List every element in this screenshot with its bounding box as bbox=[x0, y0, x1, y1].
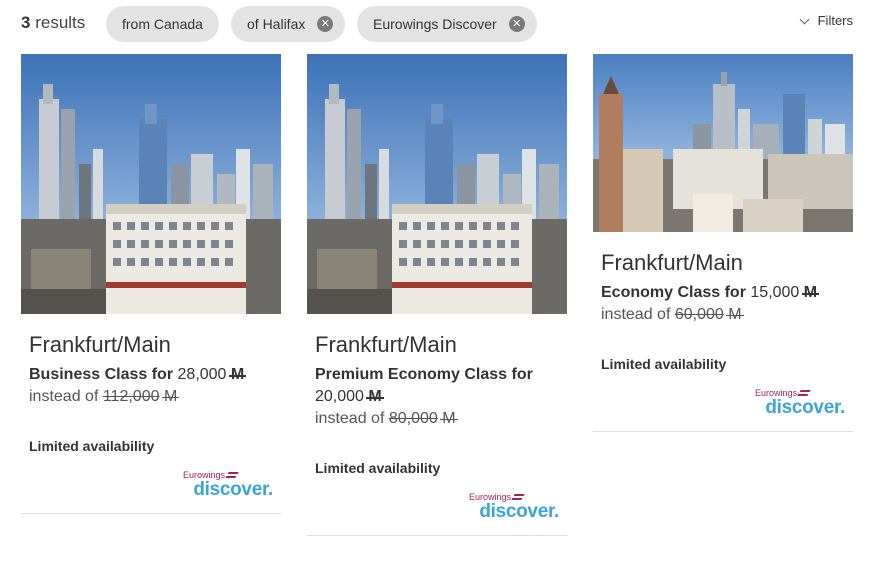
destination-card[interactable]: Frankfurt/Main Business Class for 28,000… bbox=[21, 54, 281, 514]
instead-of-label: instead of bbox=[29, 388, 99, 405]
offer-price: Economy Class for 15,000 M bbox=[601, 282, 845, 304]
filter-chip-label: of Halifax bbox=[247, 16, 306, 32]
filters-label: Filters bbox=[817, 13, 853, 28]
original-price: instead of 80,000 M bbox=[315, 408, 559, 430]
destination-city: Frankfurt/Main bbox=[601, 250, 743, 275]
filter-chip-airline[interactable]: Eurowings Discover ✕ bbox=[357, 6, 537, 42]
logo-text-big: discover. bbox=[193, 479, 273, 500]
destination-photo bbox=[593, 54, 853, 232]
cabin-class-label: Economy Class for bbox=[601, 284, 746, 301]
filter-chip-label: Eurowings Discover bbox=[373, 16, 497, 32]
availability-label: Limited availability bbox=[601, 356, 727, 372]
results-header: 3 results from Canada of Halifax ✕ Eurow… bbox=[0, 0, 869, 48]
filter-chip-origin-country[interactable]: from Canada bbox=[106, 6, 219, 42]
offer-price: Business Class for 28,000 M bbox=[29, 364, 273, 386]
availability-label: Limited availability bbox=[29, 438, 155, 454]
miles-icon: M bbox=[228, 364, 247, 386]
destination-city: Frankfurt/Main bbox=[315, 332, 457, 357]
miles-price: 28,000 bbox=[177, 366, 227, 383]
miles-icon: M bbox=[161, 388, 180, 405]
filter-chip-label: from Canada bbox=[122, 16, 203, 32]
result-count-label: results bbox=[35, 13, 86, 32]
close-circle-icon[interactable]: ✕ bbox=[508, 16, 525, 32]
filters-button[interactable]: Filters bbox=[799, 13, 853, 28]
eurowings-discover-logo: Eurowings discover. bbox=[183, 470, 273, 499]
close-circle-icon[interactable]: ✕ bbox=[317, 16, 334, 32]
destination-city: Frankfurt/Main bbox=[29, 332, 171, 357]
eurowings-discover-logo: Eurowings discover. bbox=[469, 492, 559, 521]
miles-icon: M bbox=[440, 410, 458, 427]
miles-icon: M bbox=[801, 282, 820, 304]
result-count-number: 3 bbox=[21, 13, 31, 32]
destination-card[interactable]: Frankfurt/Main Economy Class for 15,000 … bbox=[593, 54, 853, 432]
availability-label: Limited availability bbox=[315, 460, 441, 476]
miles-price: 20,000 bbox=[315, 388, 364, 405]
old-miles-price: 80,000 bbox=[388, 410, 438, 427]
original-price: instead of 60,000 M bbox=[601, 304, 845, 326]
old-miles-price: 60,000 bbox=[674, 306, 724, 323]
instead-of-label: instead of bbox=[315, 410, 385, 427]
chevron-down-icon bbox=[799, 14, 810, 24]
destination-card[interactable]: Frankfurt/Main Premium Economy Class for… bbox=[307, 54, 567, 536]
cabin-class-label: Business Class for bbox=[29, 366, 174, 383]
instead-of-label: instead of bbox=[601, 306, 671, 323]
miles-icon: M bbox=[366, 386, 384, 408]
logo-text-big: discover. bbox=[479, 501, 559, 522]
destination-photo bbox=[21, 54, 281, 314]
eurowings-discover-logo: Eurowings discover. bbox=[755, 388, 845, 417]
logo-text-big: discover. bbox=[765, 397, 845, 418]
offer-price: Premium Economy Class for 20,000 M bbox=[315, 364, 559, 408]
cabin-class-label: Premium Economy Class for bbox=[315, 366, 533, 383]
destination-photo bbox=[307, 54, 567, 314]
filter-chip-origin-city[interactable]: of Halifax ✕ bbox=[231, 6, 346, 42]
original-price: instead of 112,000 M bbox=[29, 386, 273, 408]
miles-price: 15,000 bbox=[750, 284, 800, 301]
miles-icon: M bbox=[726, 306, 744, 323]
result-count: 3 results bbox=[21, 13, 85, 33]
old-miles-price: 112,000 bbox=[102, 388, 160, 405]
